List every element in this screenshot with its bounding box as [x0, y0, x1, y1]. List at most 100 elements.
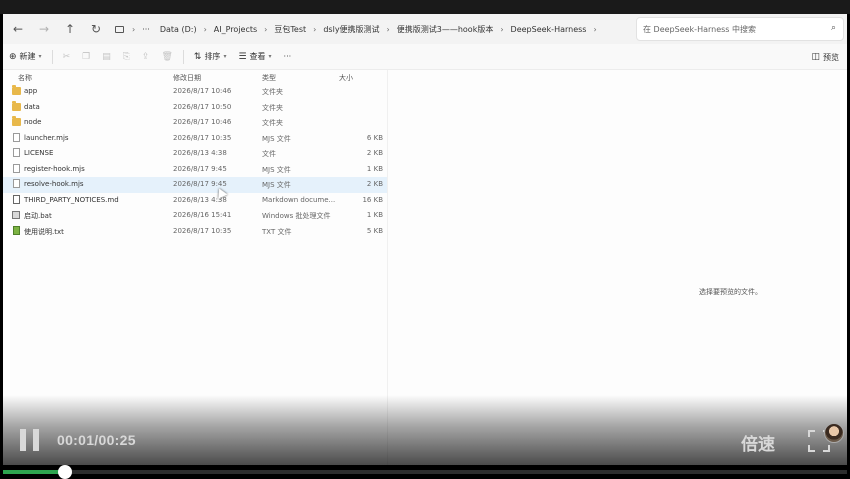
sort-icon: ⇅ [193, 51, 202, 62]
rename-button[interactable]: ⎘ [117, 52, 136, 62]
view-button[interactable]: ☰ 查看 ▾ [232, 51, 277, 62]
file-modified: 2026/8/16 15:41 [173, 211, 232, 219]
column-header-type[interactable]: 类型 [262, 73, 276, 83]
column-header-row: 名称 修改日期 类型 大小 [3, 70, 387, 84]
file-icon [13, 148, 20, 157]
more-options-button[interactable]: ··· [278, 52, 298, 61]
refresh-icon[interactable]: ↻ [83, 18, 109, 40]
progress-fill [3, 470, 65, 474]
folder-icon [12, 116, 21, 126]
chevron-right-icon: › [593, 24, 597, 34]
up-arrow-icon[interactable]: ↑ [57, 18, 83, 40]
chevron-right-icon: › [264, 24, 268, 34]
progress-handle[interactable] [58, 465, 72, 479]
search-icon[interactable]: ⌕ [831, 23, 836, 33]
file-icon [13, 163, 20, 173]
preview-message: 选择要预览的文件。 [699, 288, 762, 296]
file-row[interactable]: register-hook.mjs 2026/8/17 9:45 MJS 文件 1 K… [3, 162, 387, 178]
chevron-right-icon: › [313, 24, 317, 34]
breadcrumb-item[interactable]: dsly便携版测试 [318, 24, 384, 35]
sort-button[interactable]: ⇅ 排序 ▾ [188, 51, 233, 62]
breadcrumb: › ··· Data (D:) › AI_Projects › 豆包Test ›… [115, 14, 599, 44]
chevron-right-icon: › [203, 24, 207, 34]
file-type: MJS 文件 [262, 165, 291, 174]
file-row[interactable]: 启动.bat 2026/8/16 15:41 Windows 批处理文件 1 KB [3, 208, 387, 224]
file-name: node [24, 118, 42, 126]
column-header-size[interactable]: 大小 [339, 73, 353, 83]
file-size: 1 KB [366, 211, 383, 219]
computer-icon[interactable] [115, 25, 124, 33]
view-icon: ☰ [238, 51, 247, 62]
preview-pane-icon: ◫ [811, 52, 820, 62]
new-button[interactable]: ⊕ 新建 ▾ [3, 51, 48, 62]
file-size: 2 KB [366, 180, 383, 188]
copy-icon: ❐ [82, 51, 91, 62]
file-modified: 2026/8/17 9:45 [173, 164, 227, 173]
file-name: LICENSE [24, 149, 54, 157]
preview-label: 预览 [823, 52, 839, 62]
file-row[interactable]: resolve-hook.mjs 2026/8/17 9:45 MJS 文件 2 KB [3, 177, 387, 193]
file-row[interactable]: data 2026/8/17 10:50 文件夹 [3, 100, 387, 116]
file-modified: 2026/8/17 10:35 [173, 226, 232, 235]
file-row[interactable]: THIRD_PARTY_NOTICES.md 2026/8/13 4:38 Mark… [3, 193, 387, 209]
playback-speed-button[interactable]: 倍速 [741, 430, 775, 455]
file-row[interactable]: 使用说明.txt 2026/8/17 10:35 TXT 文件 5 KB [3, 224, 387, 240]
breadcrumb-item[interactable]: Data (D:) [155, 25, 202, 34]
column-header-name[interactable]: 名称 [18, 73, 32, 83]
file-type: 文件夹 [262, 119, 283, 127]
chevron-down-icon: ▾ [268, 53, 272, 60]
file-type: 文件 [262, 150, 276, 158]
chevron-right-icon: › [386, 24, 390, 34]
file-name: 启动.bat [24, 212, 52, 220]
rename-icon: ⎘ [122, 51, 130, 62]
file-name: data [24, 102, 40, 111]
share-button[interactable]: ⇪ [136, 52, 156, 62]
video-top-bar [0, 0, 850, 14]
file-row[interactable]: launcher.mjs 2026/8/17 10:35 MJS 文件 6 KB [3, 131, 387, 147]
delete-button[interactable]: 🗑 [155, 52, 178, 62]
toolbar-divider [182, 49, 184, 64]
paste-button[interactable]: ▤ [96, 52, 117, 62]
file-name: resolve-hook.mjs [24, 180, 84, 188]
file-size: 16 KB [362, 195, 383, 204]
column-header-modified[interactable]: 修改日期 [173, 73, 201, 83]
paste-icon: ▤ [102, 51, 111, 62]
share-icon: ⇪ [141, 51, 150, 62]
forward-arrow-icon[interactable]: → [31, 18, 57, 40]
view-label: 查看 [249, 52, 266, 61]
avatar[interactable] [824, 423, 844, 443]
file-size: 2 KB [366, 149, 383, 157]
cut-button[interactable]: ✂ [57, 52, 77, 62]
file-modified: 2026/8/17 10:46 [173, 87, 232, 95]
breadcrumb-item[interactable]: AI_Projects [209, 25, 262, 34]
breadcrumb-more[interactable]: ··· [137, 25, 155, 34]
playback-time: 00:01/00:25 [57, 432, 136, 448]
file-type: TXT 文件 [262, 227, 292, 236]
sort-label: 排序 [204, 52, 221, 61]
breadcrumb-item[interactable]: 豆包Test [269, 24, 311, 35]
file-type: 文件夹 [262, 103, 283, 112]
chevron-right-icon: › [500, 24, 504, 34]
search-input[interactable]: 在 DeepSeek-Harness 中搜索 ⌕ [636, 17, 844, 41]
file-name: register-hook.mjs [24, 164, 85, 173]
back-arrow-icon[interactable]: ← [5, 18, 31, 40]
file-row[interactable]: LICENSE 2026/8/13 4:38 文件 2 KB [3, 146, 387, 162]
pause-icon[interactable] [20, 429, 40, 451]
file-modified: 2026/8/17 10:46 [173, 118, 232, 126]
more-label: ··· [283, 52, 292, 61]
new-label: 新建 [19, 52, 36, 61]
file-modified: 2026/8/17 10:35 [173, 133, 232, 142]
breadcrumb-item[interactable]: DeepSeek-Harness [506, 25, 592, 34]
file-type: Windows 批处理文件 [262, 212, 331, 220]
player-controls-overlay [3, 395, 847, 465]
copy-button[interactable]: ❐ [76, 52, 96, 62]
file-name: launcher.mjs [24, 133, 69, 142]
file-row[interactable]: app 2026/8/17 10:46 文件夹 [3, 84, 387, 100]
search-placeholder: 在 DeepSeek-Harness 中搜索 [643, 25, 757, 34]
toolbar-divider [51, 49, 53, 64]
file-modified: 2026/8/17 9:45 [173, 180, 227, 188]
breadcrumb-item[interactable]: 便携版测试3——hook版本 [392, 24, 499, 35]
file-row[interactable]: node 2026/8/17 10:46 文件夹 [3, 115, 387, 131]
progress-bar[interactable] [3, 465, 847, 479]
preview-pane-button[interactable]: ◫ 预览 [811, 44, 839, 70]
